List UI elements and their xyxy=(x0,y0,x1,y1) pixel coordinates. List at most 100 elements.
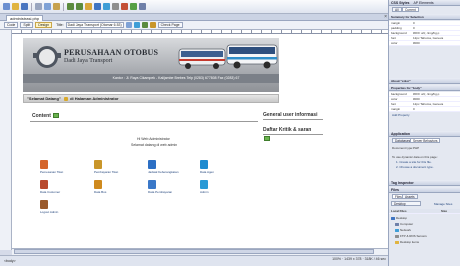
content-heading: Content xyxy=(32,113,59,119)
property-row[interactable]: margin 0 xyxy=(389,107,460,112)
key-icon xyxy=(63,97,68,101)
visual-aids-icon[interactable] xyxy=(149,22,156,28)
db-instruction: To use dynamic data on this page: xyxy=(392,155,438,159)
folder-icon xyxy=(395,240,399,244)
tab-current[interactable]: Current xyxy=(402,7,419,12)
admin-greeting: Hi Web Administrator xyxy=(137,137,170,141)
title-input[interactable]: Dadi Jaya Transport (Otomar 6.53) xyxy=(65,22,124,28)
network-icon xyxy=(395,228,399,232)
feedback-heading-label: Daftar Kritik & saran xyxy=(263,127,312,133)
summary-row[interactable]: color #000 xyxy=(389,41,460,46)
cut-icon[interactable] xyxy=(35,3,42,10)
menu-label: Jadwal Keberangkatan xyxy=(148,170,179,174)
copy-icon[interactable] xyxy=(44,3,51,10)
scrollbar-thumb[interactable] xyxy=(14,249,374,254)
divider xyxy=(30,121,258,122)
manage-sites-link[interactable]: Manage Sites xyxy=(434,202,452,206)
open-icon[interactable] xyxy=(12,3,19,10)
tab-assets[interactable]: Assets xyxy=(402,194,418,199)
menu-item-customer[interactable]: Data Customer xyxy=(40,180,70,194)
company-logo xyxy=(36,46,58,68)
refresh-icon[interactable] xyxy=(141,22,148,28)
ap-elements-label[interactable]: AP Elements xyxy=(413,1,433,5)
image-icon[interactable] xyxy=(103,3,110,10)
menu-item-agen[interactable]: Data Agen xyxy=(200,160,230,174)
add-property-link[interactable]: Add Property xyxy=(392,113,410,117)
save-icon[interactable] xyxy=(21,3,28,10)
company-tagline: Dadi Jaya Transport xyxy=(64,58,113,64)
menu-label: Pembayaran Tiket xyxy=(94,170,119,174)
menu-item-pembayaran[interactable]: Pembayaran Tiket xyxy=(94,160,124,174)
admin-welcome-message: Selamat datang di web admin xyxy=(131,143,178,147)
desktop-icon xyxy=(391,216,395,220)
css-styles-panel-header[interactable]: CSS Styles AP Elements xyxy=(389,0,460,6)
code-view-button[interactable]: Code xyxy=(4,22,19,28)
php-include-icon xyxy=(264,136,270,141)
tree-item-network[interactable]: Network xyxy=(395,228,411,232)
file-management-icon[interactable] xyxy=(125,22,132,28)
insert-toolbar xyxy=(0,0,388,14)
tag-selector[interactable]: <body> xyxy=(4,259,16,263)
title-label: Title: xyxy=(56,23,64,27)
paste-icon[interactable] xyxy=(53,3,60,10)
document-tab-bar xyxy=(0,14,388,21)
tree-item-desktop[interactable]: Desktop xyxy=(391,216,407,220)
menu-label: Admin xyxy=(200,190,209,194)
split-view-button[interactable]: Split xyxy=(20,22,34,28)
db-step-1[interactable]: 1. Create a site for this file. xyxy=(396,160,432,164)
color-icon[interactable] xyxy=(130,3,137,10)
preview-icon[interactable] xyxy=(139,3,146,10)
new-icon[interactable] xyxy=(3,3,10,10)
menu-item-bus[interactable]: Data Bus xyxy=(94,180,124,194)
feedback-heading: Daftar Kritik & saran xyxy=(263,127,311,133)
php-include-icon xyxy=(52,113,59,118)
tab-server-behaviors[interactable]: Server Behaviors xyxy=(410,138,441,143)
menu-label: Data Agen xyxy=(200,170,215,174)
close-icon[interactable]: × xyxy=(384,15,387,20)
bus-image xyxy=(178,48,226,69)
bus-icon xyxy=(94,180,102,189)
insert-icon[interactable] xyxy=(85,3,92,10)
link-icon[interactable] xyxy=(112,3,119,10)
db-step-2[interactable]: 2. Choose a document type. xyxy=(396,165,434,169)
redo-icon[interactable] xyxy=(76,3,83,10)
menu-item-admin[interactable]: Admin xyxy=(200,180,230,194)
design-view-button[interactable]: Design xyxy=(35,22,53,28)
check-page-button[interactable]: Check Page xyxy=(157,22,183,28)
tree-item-desktop-items[interactable]: Desktop items xyxy=(395,240,419,244)
document-toolbar: Code Split Design Title: Dadi Jaya Trans… xyxy=(0,21,388,30)
ticket-icon xyxy=(40,160,48,169)
content-heading-label: Content xyxy=(32,113,51,119)
tag-inspector-header[interactable]: Tag Inspector xyxy=(389,180,460,186)
menu-label: Data Customer xyxy=(40,190,61,194)
calendar-icon xyxy=(148,160,156,169)
tree-item-computer[interactable]: Computer xyxy=(395,222,413,226)
welcome-text: "Selamat Datang" xyxy=(27,96,61,101)
undo-icon[interactable] xyxy=(67,3,74,10)
menu-label: Data Bus xyxy=(94,190,107,194)
customer-icon xyxy=(40,180,48,189)
general-user-info-heading: General user informasi xyxy=(263,112,318,118)
preview-browser-icon[interactable] xyxy=(133,22,140,28)
files-panel-header[interactable]: Files xyxy=(389,187,460,193)
table-icon[interactable] xyxy=(94,3,101,10)
company-address: Kantor : Jl. Raya Cikampek - Kalijambe B… xyxy=(23,74,279,83)
menu-item-pemesanan[interactable]: Pemesanan Tiket xyxy=(40,160,70,174)
logout-icon xyxy=(40,200,48,209)
tree-item-ftp[interactable]: FTP & RDS Servers xyxy=(395,234,427,238)
vertical-ruler xyxy=(0,30,12,250)
menu-item-jadwal[interactable]: Jadwal Keberangkatan xyxy=(148,160,179,174)
media-icon[interactable] xyxy=(121,3,128,10)
bus-image xyxy=(226,44,278,69)
divider xyxy=(263,134,323,135)
tab-all[interactable]: All xyxy=(392,7,402,12)
welcome-bar: "Selamat Datang" di Halaman Administrato… xyxy=(23,94,279,103)
divider xyxy=(263,119,323,120)
menu-item-data-pembayaran[interactable]: Data Pembayaran xyxy=(148,180,178,194)
document-type-label: Document type:PHP xyxy=(392,146,420,150)
menu-item-logout[interactable]: Logout Admin xyxy=(40,200,70,214)
admin-label: di Halaman Administrator xyxy=(70,96,119,101)
menu-label: Data Pembayaran xyxy=(148,190,173,194)
site-dropdown[interactable]: Desktop xyxy=(391,201,421,206)
application-panel-header[interactable]: Application xyxy=(389,131,460,137)
